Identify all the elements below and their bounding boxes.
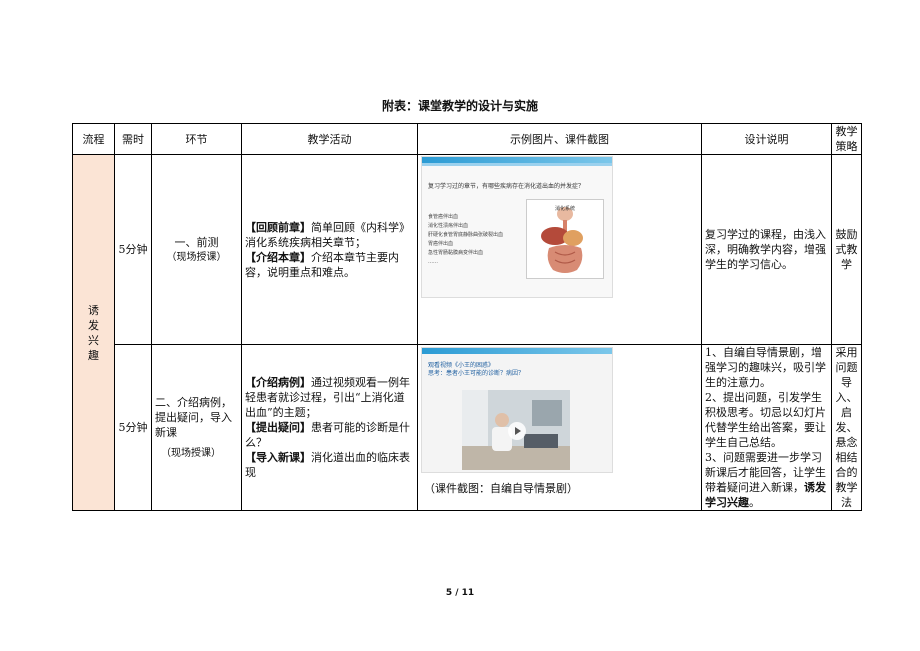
step-cell: 二、介绍病例，提出疑问，导入新课 （现场授课） bbox=[151, 344, 242, 511]
design-cell: 1、自编自导情景剧，增强学习的趣味兴，吸引学生的注意力。 2、提出问题，引发学生… bbox=[701, 344, 832, 511]
activity-tag: 【介绍本章】 bbox=[245, 250, 311, 264]
strategy-cell: 采用问题导入、启发、悬念相结合的教学法 bbox=[831, 344, 862, 511]
activity-tag: 【提出疑问】 bbox=[245, 421, 311, 434]
strategy-cell: 鼓励式教学 bbox=[831, 154, 862, 345]
design-point: 1、自编自导情景剧，增强学习的趣味兴，吸引学生的注意力。 bbox=[705, 346, 826, 389]
activity-item: 【介绍本章】介绍本章节主要内容，说明重点和难点。 bbox=[245, 250, 414, 280]
step-title: 一、前测 bbox=[174, 235, 219, 249]
digestive-system-illustration: 消化系统 bbox=[526, 199, 604, 279]
activity-tag: 【回顾前章】 bbox=[245, 220, 311, 234]
design-point: 2、提出问题，引发学生积极思考。切忌以幻灯片代替学生给出答案，要让学生自己总结。 bbox=[705, 391, 826, 449]
header-time: 需时 bbox=[114, 123, 152, 155]
courseware-slide-review: 复习学习过的章节，有哪些疾病存在消化道出血的并发症？ 食管癌伴出血 消化性溃疡伴… bbox=[422, 157, 612, 297]
header-strategy: 教学策略 bbox=[831, 123, 862, 155]
activity-item: 【导入新课】消化道出血的临床表现 bbox=[245, 450, 414, 480]
slide-line: 思考：患者小王可能的诊断？病因？ bbox=[428, 370, 525, 377]
activity-cell: 【介绍病例】通过视频观看一例年轻患者就诊过程，引出“上消化道出血”的主题； 【提… bbox=[241, 344, 418, 511]
page-number: 5 / 11 bbox=[445, 588, 475, 598]
step-cell: 一、前测 （现场授课） bbox=[151, 154, 242, 345]
flow-label: 诱发兴趣 bbox=[88, 303, 99, 362]
courseware-slide-video: 观看视频《小王的困惑》 思考：患者小王可能的诊断？病因？ bbox=[422, 348, 612, 472]
slide-list-item: …… bbox=[428, 259, 438, 265]
flow-cell: 诱发兴趣 bbox=[72, 154, 115, 511]
lesson-design-table: 流程 需时 环节 教学活动 示例图片、课件截图 设计说明 教学策略 诱发兴趣 5… bbox=[72, 123, 862, 511]
design-point: 3、问题需要进一步学习新课后才能回答，让学生带着疑问进入新课，诱发学习兴趣。 bbox=[705, 451, 826, 509]
slide-caption: （课件截图：自编自导情景剧） bbox=[424, 482, 578, 495]
illustration-title: 消化系统 bbox=[554, 206, 575, 212]
step-note: （现场授课） bbox=[166, 251, 227, 263]
step-title: 二、介绍病例，提出疑问，导入新课 bbox=[155, 395, 232, 439]
slide-line: 观看视频《小王的困惑》 bbox=[428, 362, 495, 369]
slide-list-item: 食管癌伴出血 bbox=[428, 214, 459, 220]
activity-tag: 【导入新课】 bbox=[245, 451, 311, 464]
activity-item: 【介绍病例】通过视频观看一例年轻患者就诊过程，引出“上消化道出血”的主题； bbox=[245, 375, 414, 420]
slide-video-text: 观看视频《小王的困惑》 思考：患者小王可能的诊断？病因？ bbox=[428, 362, 524, 378]
page-title: 附表：课堂教学的设计与实施 bbox=[381, 99, 538, 113]
table-row: 5分钟 二、介绍病例，提出疑问，导入新课 （现场授课） 【介绍病例】通过视频观看… bbox=[73, 344, 862, 511]
table-row: 诱发兴趣 5分钟 一、前测 （现场授课） 【回顾前章】简单回顾《内科学》消化系统… bbox=[72, 154, 862, 511]
header-example: 示例图片、课件截图 bbox=[417, 123, 702, 155]
slide-list-item: 急性胃肠黏膜病变伴出血 bbox=[428, 250, 484, 256]
example-cell: 观看视频《小王的困惑》 思考：患者小王可能的诊断？病因？ （课件截图：自编自导情… bbox=[417, 344, 702, 511]
play-icon[interactable] bbox=[508, 422, 526, 440]
activity-item: 【提出疑问】患者可能的诊断是什么？ bbox=[245, 420, 414, 450]
design-cell: 复习学过的课程，由浅入深，明确教学内容，增强学生的学习信心。 bbox=[701, 154, 832, 345]
step-note: （现场授课） bbox=[161, 447, 221, 459]
header-design: 设计说明 bbox=[701, 123, 832, 155]
header-step: 环节 bbox=[151, 123, 242, 155]
activity-cell: 【回顾前章】简单回顾《内科学》消化系统疾病相关章节； 【介绍本章】介绍本章节主要… bbox=[241, 154, 418, 345]
slide-list-item: 胃癌伴出血 bbox=[428, 241, 454, 247]
example-cell: 复习学习过的章节，有哪些疾病存在消化道出血的并发症？ 食管癌伴出血 消化性溃疡伴… bbox=[417, 154, 702, 345]
activity-tag: 【介绍病例】 bbox=[245, 376, 311, 389]
video-thumbnail[interactable] bbox=[462, 390, 570, 470]
slide-question: 复习学习过的章节，有哪些疾病存在消化道出血的并发症？ bbox=[428, 183, 585, 190]
time-cell: 5分钟 bbox=[114, 154, 152, 345]
slide-disease-list: 食管癌伴出血 消化性溃疡伴出血 肝硬化食管胃底静脉曲张破裂出血 胃癌伴出血 急性… bbox=[428, 213, 503, 267]
header-flow: 流程 bbox=[72, 123, 115, 155]
slide-list-item: 消化性溃疡伴出血 bbox=[428, 223, 469, 229]
slide-list-item: 肝硬化食管胃底静脉曲张破裂出血 bbox=[428, 232, 504, 238]
table-header-row: 流程 需时 环节 教学活动 示例图片、课件截图 设计说明 教学策略 bbox=[72, 123, 862, 155]
header-activity: 教学活动 bbox=[241, 123, 418, 155]
activity-item: 【回顾前章】简单回顾《内科学》消化系统疾病相关章节； bbox=[245, 220, 414, 250]
time-cell: 5分钟 bbox=[114, 344, 152, 511]
